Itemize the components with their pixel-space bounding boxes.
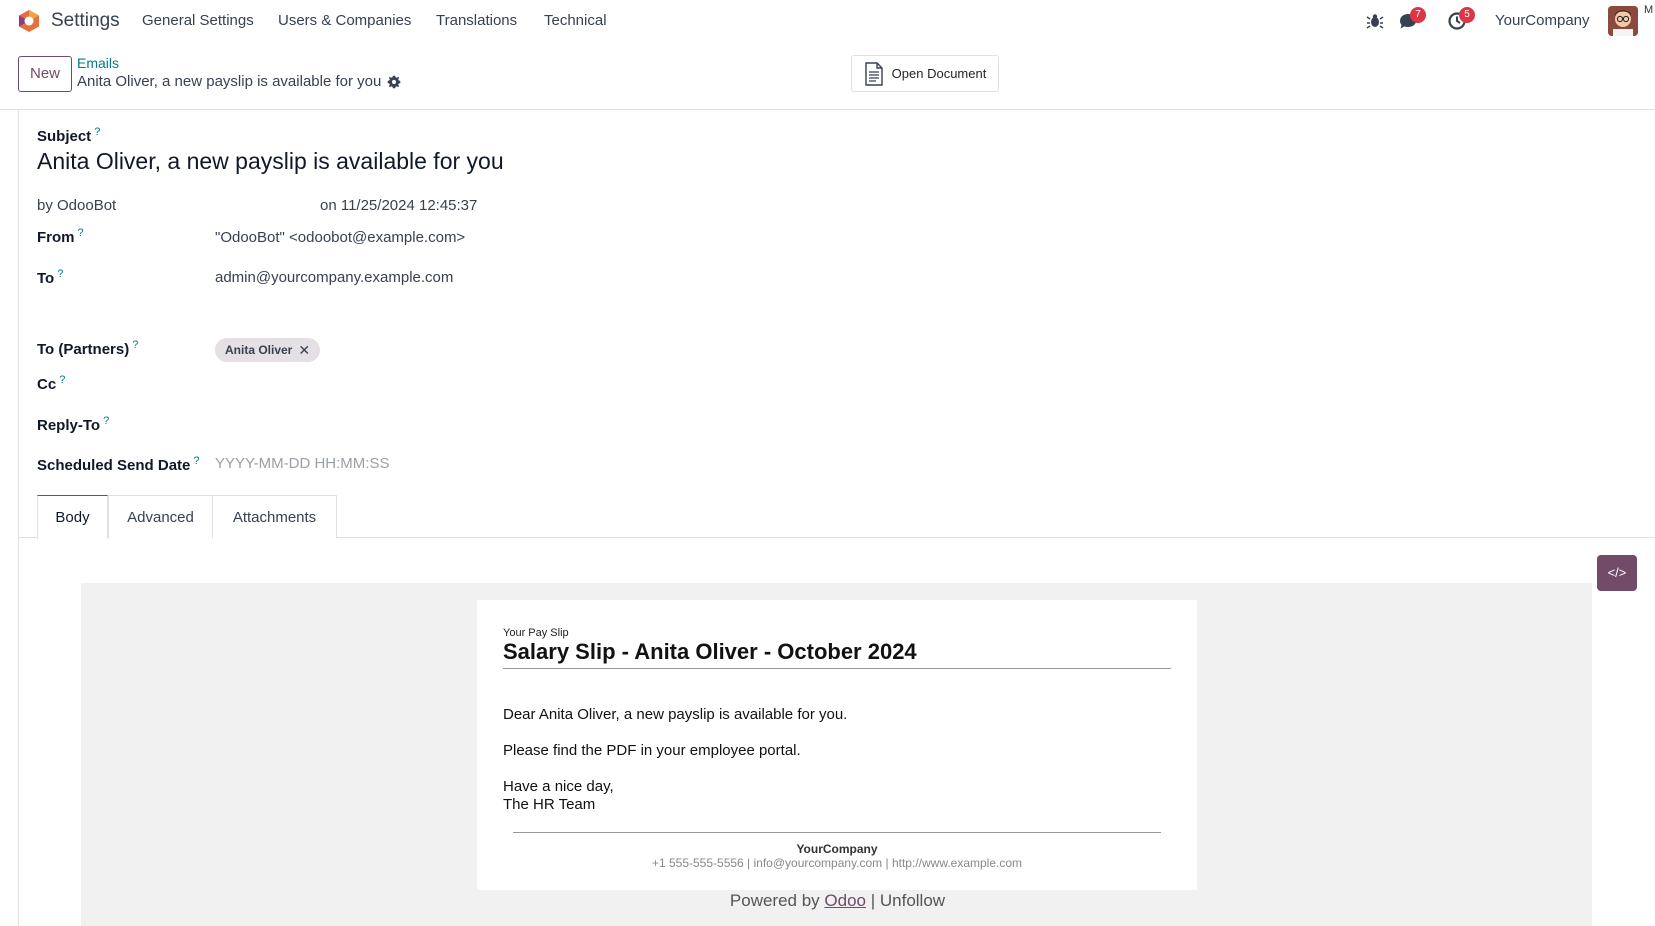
from-help[interactable]: ? [78, 227, 84, 239]
document-icon [864, 61, 883, 86]
avatar-extra: M [1644, 4, 1654, 16]
record-title-text: Anita Oliver, a new payslip is available… [77, 73, 382, 90]
reply-to-label: Reply-To? [37, 415, 110, 434]
scheduled-send-date-label: Scheduled Send Date? [37, 455, 200, 474]
from-label: From? [37, 227, 84, 246]
breadcrumb-emails[interactable]: Emails [77, 55, 119, 71]
powered-by: Powered by Odoo | Unfollow [19, 891, 1655, 911]
menu-general-settings[interactable]: General Settings [142, 12, 254, 29]
app-logo-icon[interactable] [17, 9, 41, 33]
cc-help[interactable]: ? [59, 374, 65, 386]
scheduled-send-date-input[interactable]: YYYY-MM-DD HH:MM:SS [215, 455, 389, 472]
partner-tag[interactable]: Anita Oliver ✕ [215, 338, 321, 362]
email-company-name: YourCompany [796, 842, 878, 856]
to-field[interactable]: admin@yourcompany.example.com [215, 269, 453, 286]
email-line-closing: Have a nice day, [503, 778, 614, 795]
gear-icon[interactable] [387, 75, 401, 89]
to-partners-help[interactable]: ? [132, 339, 138, 351]
to-partners-label: To (Partners)? [37, 339, 139, 358]
email-company-contact: +1 555-555-5556 | info@yourcompany.com |… [651, 856, 1023, 870]
cc-label: Cc? [37, 374, 66, 393]
email-divider [503, 668, 1171, 669]
notebook-tabs: Body Advanced Attachments [19, 495, 1655, 539]
email-line-signature: The HR Team [503, 796, 596, 813]
subject-help[interactable]: ? [94, 126, 100, 138]
code-view-button[interactable]: </> [1597, 555, 1637, 591]
menu-users-companies[interactable]: Users & Companies [278, 12, 411, 29]
user-avatar[interactable] [1608, 6, 1638, 36]
scheduled-help[interactable]: ? [193, 455, 199, 467]
email-small-heading: Your Pay Slip [503, 627, 569, 639]
open-document-label: Open Document [891, 66, 987, 81]
from-field[interactable]: "OdooBot" <odoobot@example.com> [215, 229, 465, 246]
debug-bug-icon[interactable] [1365, 11, 1385, 31]
subject-label: Subject? [37, 126, 101, 145]
email-line-greeting: Dear Anita Oliver, a new payslip is avai… [503, 706, 848, 723]
reply-to-help[interactable]: ? [103, 415, 109, 427]
powered-separator: | [866, 891, 880, 910]
menu-translations[interactable]: Translations [436, 12, 517, 29]
to-help[interactable]: ? [57, 268, 63, 280]
email-footer-divider [513, 832, 1161, 833]
activities-clock-icon[interactable]: 5 [1447, 7, 1475, 31]
top-navbar: Settings General Settings Users & Compan… [0, 0, 1655, 42]
app-name[interactable]: Settings [51, 10, 120, 32]
new-button[interactable]: New [18, 56, 72, 92]
message-date: on 11/25/2024 12:45:37 [320, 197, 478, 214]
messages-badge: 7 [1410, 7, 1426, 23]
unfollow-link[interactable]: Unfollow [880, 891, 945, 910]
company-switcher[interactable]: YourCompany [1495, 12, 1590, 29]
partner-tag-label: Anita Oliver [225, 343, 293, 357]
email-line-portal: Please find the PDF in your employee por… [503, 742, 801, 759]
messages-icon[interactable]: 7 [1398, 7, 1426, 31]
tab-attachments[interactable]: Attachments [212, 495, 337, 538]
tab-advanced[interactable]: Advanced [108, 495, 213, 538]
form-sheet: Subject? Anita Oliver, a new payslip is … [18, 110, 1655, 926]
author[interactable]: by OdooBot [37, 197, 116, 214]
to-label: To? [37, 268, 64, 287]
activities-badge: 5 [1459, 7, 1475, 23]
email-card: Your Pay Slip Salary Slip - Anita Oliver… [477, 600, 1197, 890]
subject-field[interactable]: Anita Oliver, a new payslip is available… [37, 148, 504, 175]
control-panel: New Emails Anita Oliver, a new payslip i… [0, 42, 1655, 110]
odoo-link[interactable]: Odoo [824, 891, 866, 910]
record-title: Anita Oliver, a new payslip is available… [77, 73, 401, 90]
open-document-button[interactable]: Open Document [851, 55, 999, 92]
remove-tag-icon[interactable]: ✕ [298, 342, 310, 359]
tab-body[interactable]: Body [37, 495, 108, 539]
menu-technical[interactable]: Technical [544, 12, 607, 29]
powered-prefix: Powered by [729, 891, 825, 910]
email-heading: Salary Slip - Anita Oliver - October 202… [503, 639, 917, 664]
